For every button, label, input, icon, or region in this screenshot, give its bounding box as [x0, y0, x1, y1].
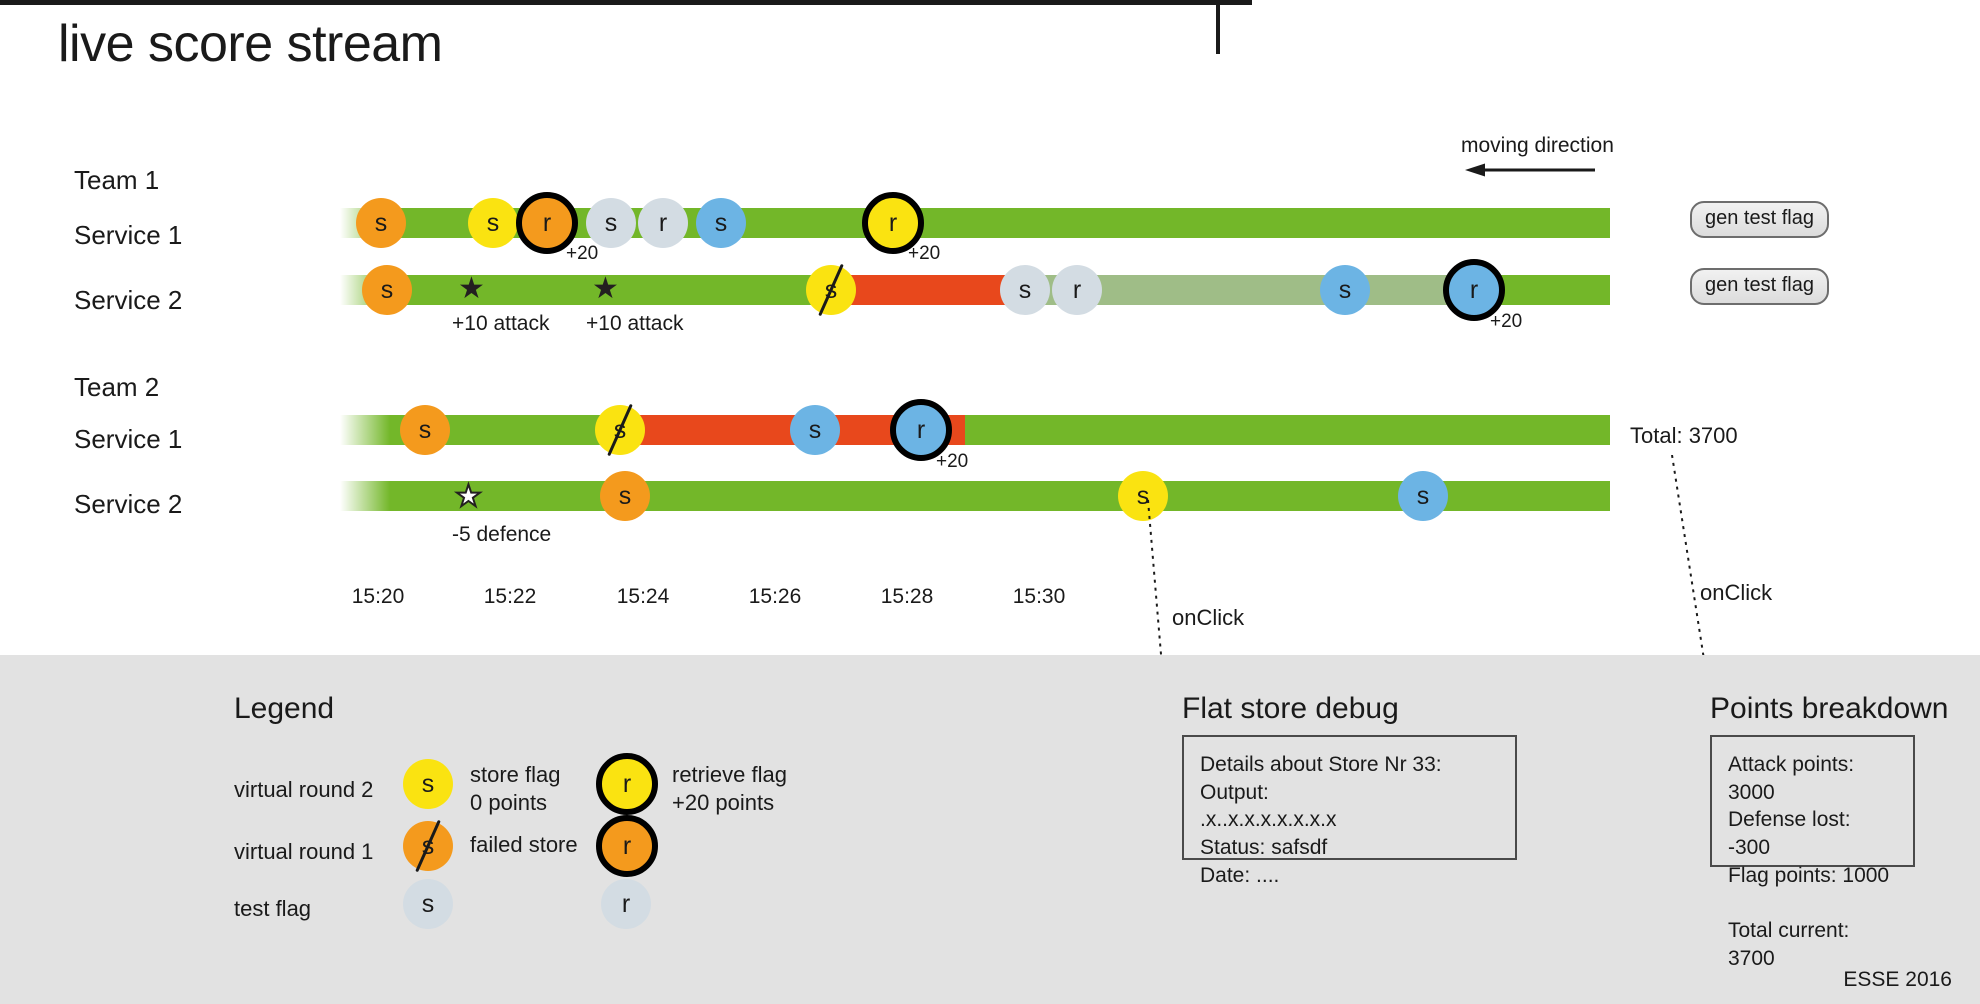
- service-label-t2-s1: Service 1: [74, 424, 183, 454]
- marker-glyph: s: [1416, 481, 1430, 510]
- marker-glyph: s: [418, 415, 432, 444]
- marker-glyph: s: [1018, 275, 1032, 304]
- footer-label: ESSE 2016: [1843, 968, 1952, 991]
- time-tick-3: 15:24: [616, 585, 670, 608]
- marker-glyph: s: [421, 769, 435, 798]
- points-breakdown-body: Attack points: 3000 Defense lost: -300 F…: [1728, 753, 1890, 971]
- legend-sample-store-round2: s: [403, 759, 453, 809]
- legend-title: Legend: [234, 692, 335, 725]
- attack-star-icon-1[interactable]: ★: [458, 274, 485, 304]
- onclick-label-points-breakdown: onClick: [1700, 580, 1773, 605]
- points-label-t1s1-7: +20: [908, 243, 941, 264]
- legend-sample-retrieve-round2: r: [596, 753, 658, 815]
- marker-retrieve-t1s1-5[interactable]: r: [638, 198, 688, 248]
- marker-retrieve-t1s2-4[interactable]: r: [1052, 265, 1102, 315]
- points-label-t1s2-6: +20: [1490, 311, 1523, 332]
- bottom-panel: Legend virtual round 2 s store flag 0 po…: [0, 655, 1980, 1004]
- marker-failed-store-t2s1-2[interactable]: s: [595, 403, 645, 457]
- time-tick-4: 15:26: [748, 585, 802, 608]
- points-breakdown-title: Points breakdown: [1710, 692, 1949, 725]
- marker-store-t1s2-3[interactable]: s: [1000, 265, 1050, 315]
- legend-sample-store-round1: s: [403, 819, 453, 873]
- attack-star-icon-2[interactable]: ★: [592, 274, 619, 304]
- legend-sample-store-test: s: [403, 879, 453, 929]
- time-tick-6: 15:30: [1012, 585, 1066, 608]
- time-tick-1: 15:20: [351, 585, 405, 608]
- marker-glyph: s: [374, 208, 388, 237]
- marker-glyph: s: [1338, 275, 1352, 304]
- marker-store-t1s1-4[interactable]: s: [586, 198, 636, 248]
- marker-glyph: s: [714, 208, 728, 237]
- legend-text-retrieve-flag: retrieve flag +20 points: [672, 762, 787, 815]
- legend-sample-retrieve-test: r: [601, 879, 651, 929]
- marker-glyph: r: [1469, 275, 1479, 304]
- failed-strike-icon: [818, 263, 844, 317]
- marker-glyph: s: [808, 415, 822, 444]
- track-segment-fade: [340, 415, 390, 445]
- marker-failed-store-t1s2-2[interactable]: s: [806, 263, 856, 317]
- timeline-track-t2-s1[interactable]: [340, 415, 1610, 445]
- marker-glyph: r: [542, 208, 552, 237]
- team-label-team-1: Team 1: [74, 165, 160, 195]
- score-stream: moving direction Team 1 Service 1 Servic…: [0, 0, 1980, 690]
- moving-direction-label: moving direction: [1461, 134, 1614, 157]
- marker-store-t1s1-2[interactable]: s: [468, 198, 518, 248]
- legend-text-failed-store: failed store: [470, 832, 578, 857]
- marker-store-t1s1-6[interactable]: s: [696, 198, 746, 248]
- marker-store-t1s2-1[interactable]: s: [362, 265, 412, 315]
- onclick-label-flat-store: onClick: [1172, 605, 1245, 630]
- legend-text-store-flag: store flag 0 points: [470, 762, 561, 815]
- marker-store-t2s2-3[interactable]: s: [1398, 471, 1448, 521]
- gen-test-flag-button-t1-s1[interactable]: gen test flag: [1690, 201, 1829, 238]
- failed-strike-icon: [415, 819, 441, 873]
- track-segment-up: [965, 415, 1610, 445]
- total-score-label: Total: 3700: [1630, 423, 1738, 448]
- time-tick-5: 15:28: [880, 585, 934, 608]
- leader-line-points-breakdown: [1671, 455, 1709, 685]
- team-label-team-2: Team 2: [74, 372, 160, 402]
- marker-glyph: s: [421, 889, 435, 918]
- moving-direction-arrow-icon: [1465, 163, 1595, 177]
- service-label-t1-s2: Service 2: [74, 285, 183, 315]
- marker-glyph: s: [604, 208, 618, 237]
- marker-glyph: s: [380, 275, 394, 304]
- marker-glyph: r: [888, 208, 898, 237]
- track-segment-fade: [340, 481, 390, 511]
- service-label-t1-s1: Service 1: [74, 220, 183, 250]
- marker-store-t1s1-1[interactable]: s: [356, 198, 406, 248]
- marker-store-t2s1-1[interactable]: s: [400, 405, 450, 455]
- time-tick-2: 15:22: [483, 585, 537, 608]
- points-label-t2s1-4: +20: [936, 451, 969, 472]
- flat-store-debug-body: Details about Store Nr 33: Output: .x..x…: [1200, 753, 1442, 887]
- legend-sample-retrieve-round1: r: [596, 815, 658, 877]
- marker-glyph: r: [1072, 275, 1082, 304]
- marker-store-t2s1-3[interactable]: s: [790, 405, 840, 455]
- points-breakdown-box: Attack points: 3000 Defense lost: -300 F…: [1710, 735, 1915, 970]
- marker-glyph: r: [622, 831, 632, 860]
- timeline-track-t1-s2[interactable]: [340, 275, 1610, 305]
- marker-store-t1s2-5[interactable]: s: [1320, 265, 1370, 315]
- legend-row-label-round1: virtual round 1: [234, 839, 374, 864]
- marker-glyph: s: [486, 208, 500, 237]
- service-label-t2-s2: Service 2: [74, 489, 183, 519]
- defence-star-icon-1[interactable]: ★: [454, 481, 483, 513]
- flat-store-debug-title: Flat store debug: [1182, 692, 1399, 725]
- marker-glyph: s: [618, 481, 632, 510]
- marker-glyph: r: [658, 208, 668, 237]
- flat-store-debug-box: Details about Store Nr 33: Output: .x..x…: [1182, 735, 1517, 887]
- marker-glyph: r: [916, 415, 926, 444]
- points-label-t1s1-3: +20: [566, 243, 599, 264]
- failed-strike-icon: [607, 403, 633, 457]
- defence-label-1: -5 defence: [452, 523, 552, 546]
- legend-row-label-testflag: test flag: [234, 896, 312, 921]
- marker-glyph: r: [622, 769, 632, 798]
- marker-store-t2s2-1[interactable]: s: [600, 471, 650, 521]
- attack-label-2: +10 attack: [586, 312, 684, 335]
- gen-test-flag-button-t1-s2[interactable]: gen test flag: [1690, 268, 1829, 305]
- marker-glyph: r: [621, 889, 631, 918]
- attack-label-1: +10 attack: [452, 312, 550, 335]
- legend-row-label-round2: virtual round 2: [234, 777, 374, 802]
